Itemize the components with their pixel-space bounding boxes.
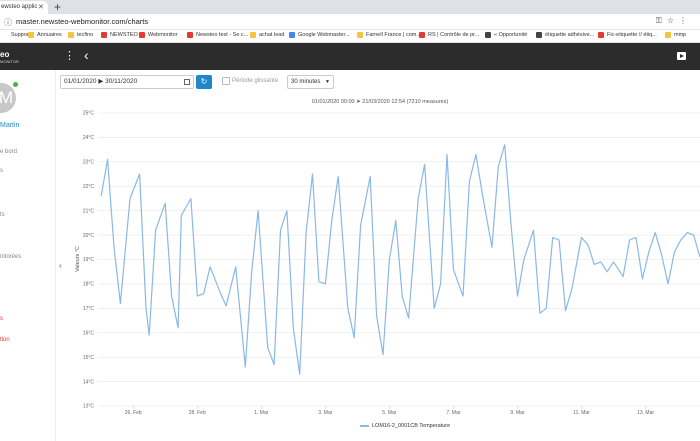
x-tick-label: 1. Mar	[254, 410, 269, 416]
y-tick-label: 22°C	[83, 184, 95, 190]
x-tick-label: 13. Mar	[637, 410, 654, 416]
y-tick-label: 23°C	[83, 160, 95, 166]
y-tick-label: 20°C	[83, 233, 95, 239]
x-tick-label: 9. Mar	[510, 410, 525, 416]
y-tick-label: 15°C	[83, 355, 95, 361]
y-tick-label: 17°C	[83, 306, 95, 312]
y-tick-label: 21°C	[83, 208, 95, 214]
legend-series-name: LOM16-2_0001CB Temperature	[372, 423, 451, 429]
x-tick-label: 3. Mar	[318, 410, 333, 416]
y-tick-label: 18°C	[83, 282, 95, 288]
x-tick-label: 11. Mar	[573, 410, 590, 416]
y-tick-label: 24°C	[83, 135, 95, 141]
y-tick-label: 19°C	[83, 257, 95, 263]
y-axis-label: Valeurs °C	[75, 246, 81, 272]
y-tick-label: 25°C	[83, 111, 95, 117]
y-tick-label: 13°C	[83, 404, 95, 410]
x-tick-label: 28. Feb	[189, 410, 206, 416]
y-tick-label: 14°C	[83, 379, 95, 385]
legend-marker	[360, 425, 369, 427]
x-tick-label: 26. Feb	[125, 410, 142, 416]
y-tick-label: 16°C	[83, 330, 95, 336]
x-tick-label: 5. Mar	[382, 410, 397, 416]
x-tick-label: 7. Mar	[446, 410, 461, 416]
chart-legend[interactable]: LOM16-2_0001CB Temperature	[360, 423, 450, 429]
temperature-chart: 13°C 14°C 15°C 16°C 17°C 18°C 19°C 20°C 21°C 22°C…	[75, 111, 700, 416]
